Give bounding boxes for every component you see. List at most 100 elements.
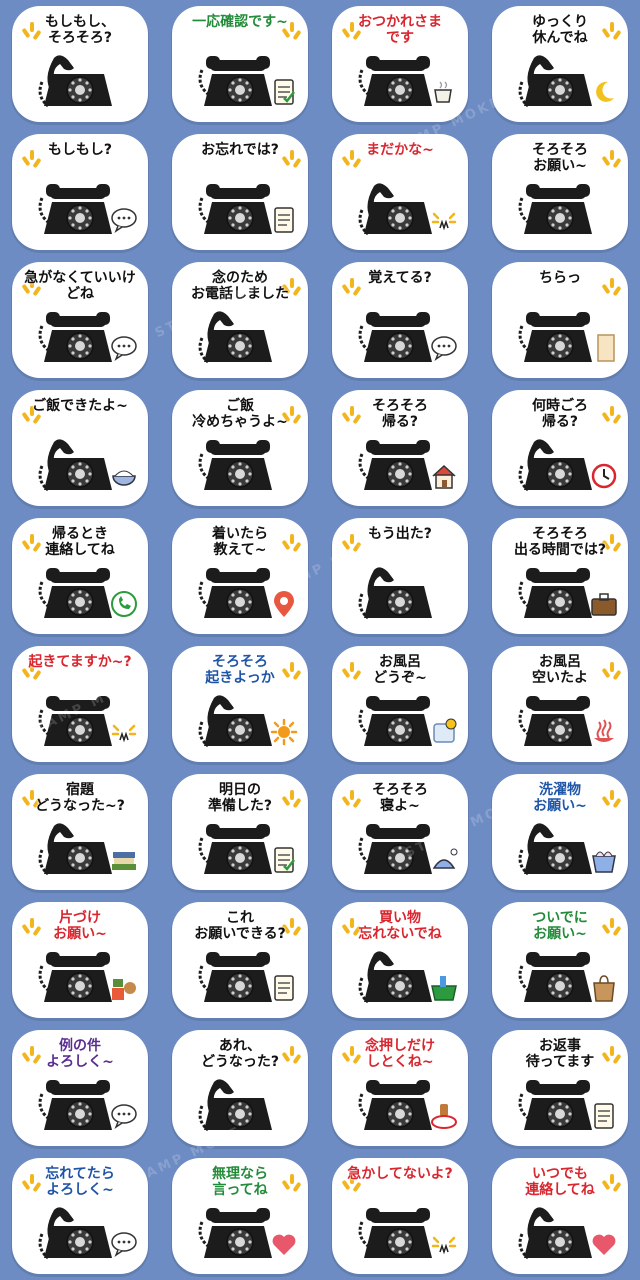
- rotary-phone-icon: [198, 1079, 272, 1132]
- sticker[interactable]: もう出た?: [320, 512, 480, 640]
- sticker[interactable]: ついでに お願い~: [480, 896, 640, 1024]
- sticker[interactable]: 念押しだけ しとくね~: [320, 1024, 480, 1152]
- sticker[interactable]: そろそろ 寝よ~: [320, 768, 480, 896]
- phone: [36, 692, 120, 750]
- rotary-phone-icon: [38, 696, 112, 746]
- sticker[interactable]: 忘れてたら よろしく~: [0, 1152, 160, 1280]
- sticker-prop: [430, 1102, 458, 1130]
- sticker[interactable]: 無理なら 言ってね: [160, 1152, 320, 1280]
- sticker[interactable]: あれ、 どうなった?: [160, 1024, 320, 1152]
- rotary-phone-icon: [38, 952, 112, 1002]
- sticker-prop: [110, 206, 138, 234]
- sticker[interactable]: 何時ごろ 帰る?: [480, 384, 640, 512]
- sticker[interactable]: お風呂 空いたよ: [480, 640, 640, 768]
- sticker[interactable]: もしもし、 そろそろ?: [0, 0, 160, 128]
- tea-cup-icon: [434, 81, 452, 103]
- sticker[interactable]: 急がなくていいけどね: [0, 256, 160, 384]
- sticker[interactable]: そろそろ 帰る?: [320, 384, 480, 512]
- sticker[interactable]: そろそろ お願い~: [480, 128, 640, 256]
- sticker[interactable]: そろそろ 出る時間では?: [480, 512, 640, 640]
- sticker-caption: 念押しだけ しとくね~: [365, 1038, 435, 1070]
- rotary-phone-icon: [518, 1080, 592, 1130]
- sticker[interactable]: これ お願いできる?: [160, 896, 320, 1024]
- rotary-phone-icon: [198, 952, 272, 1002]
- sticker[interactable]: お忘れでは?: [160, 128, 320, 256]
- sticker[interactable]: そろそろ 起きよっか: [160, 640, 320, 768]
- sticker[interactable]: 買い物 忘れないでね: [320, 896, 480, 1024]
- sticker-caption: いつでも 連絡してね: [525, 1166, 595, 1198]
- phone: [516, 180, 600, 238]
- rotary-phone-icon: [38, 184, 112, 234]
- sticker[interactable]: まだかな~: [320, 128, 480, 256]
- rotary-phone-icon: [518, 312, 592, 362]
- sticker[interactable]: ご飯 冷めちゃうよ~: [160, 384, 320, 512]
- sticker-caption: お忘れでは?: [201, 142, 279, 158]
- sticker[interactable]: 洗濯物 お願い~: [480, 768, 640, 896]
- sticker-prop: [110, 590, 138, 618]
- sticker[interactable]: 覚えてる?: [320, 256, 480, 384]
- rotary-phone-icon: [38, 439, 112, 492]
- sticker[interactable]: 念のため お電話しました: [160, 256, 320, 384]
- sticker-prop: [590, 846, 618, 874]
- sticker-caption: 急かしてないよ?: [347, 1166, 453, 1182]
- sticker[interactable]: 一応確認です~: [160, 0, 320, 128]
- sticker-caption: おつかれさま です: [358, 14, 442, 46]
- rotary-phone-icon: [38, 823, 112, 876]
- sticker[interactable]: ゆっくり 休んでね: [480, 0, 640, 128]
- sticker[interactable]: 着いたら 教えて~: [160, 512, 320, 640]
- hot-spring-icon: [594, 719, 614, 742]
- rotary-phone-icon: [518, 1207, 592, 1260]
- sleep-icon: [432, 848, 458, 869]
- speech-bubble-icon: [111, 1232, 137, 1257]
- phone: [356, 1076, 440, 1134]
- sticker-prop: [270, 718, 298, 746]
- sticker[interactable]: おつかれさま です: [320, 0, 480, 128]
- phone: [196, 564, 280, 622]
- phone: [356, 948, 440, 1006]
- phone: [356, 1204, 440, 1262]
- heart-icon: [272, 1234, 296, 1255]
- phone: [356, 308, 440, 366]
- sticker[interactable]: 片づけ お願い~: [0, 896, 160, 1024]
- rotary-phone-icon: [358, 1208, 432, 1258]
- sticker[interactable]: ちらっ: [480, 256, 640, 384]
- sticker[interactable]: 宿題 どうなった~?: [0, 768, 160, 896]
- sticker[interactable]: 起きてますか~?: [0, 640, 160, 768]
- sticker-caption: 宿題 どうなった~?: [35, 782, 125, 814]
- rice-bowl-icon: [112, 470, 136, 486]
- sticker[interactable]: お風呂 どうぞ~: [320, 640, 480, 768]
- sticker-caption: 買い物 忘れないでね: [358, 910, 442, 942]
- sticker[interactable]: もしもし?: [0, 128, 160, 256]
- sticker[interactable]: 明日の 準備した?: [160, 768, 320, 896]
- sticker[interactable]: お返事 待ってます: [480, 1024, 640, 1152]
- sticker-prop: [590, 718, 618, 746]
- rotary-phone-icon: [518, 439, 592, 492]
- sticker[interactable]: 急かしてないよ?: [320, 1152, 480, 1280]
- sticker[interactable]: 例の件 よろしく~: [0, 1024, 160, 1152]
- sticker-prop: [430, 462, 458, 490]
- rotary-phone-icon: [198, 440, 272, 490]
- phone: [36, 564, 120, 622]
- sticker-prop: [590, 974, 618, 1002]
- sticker-prop: [590, 78, 618, 106]
- sticker[interactable]: ご飯できたよ~: [0, 384, 160, 512]
- rotary-phone-icon: [358, 440, 432, 490]
- phone: [516, 52, 600, 110]
- phone-call-icon: [111, 591, 137, 617]
- sticker-prop: [270, 590, 298, 618]
- sticker[interactable]: いつでも 連絡してね: [480, 1152, 640, 1280]
- sticker-prop: [110, 1230, 138, 1258]
- phone: [36, 1076, 120, 1134]
- stamp-icon: [431, 1104, 457, 1129]
- speech-bubble-icon: [111, 208, 137, 233]
- phone: [356, 820, 440, 878]
- sticker-caption: 着いたら 教えて~: [212, 526, 268, 558]
- sticker[interactable]: 帰るとき 連絡してね: [0, 512, 160, 640]
- rotary-phone-icon: [198, 824, 272, 874]
- phone: [516, 692, 600, 750]
- sticker-prop: [430, 206, 458, 234]
- rotary-phone-icon: [38, 312, 112, 362]
- sticker-caption: 無理なら 言ってね: [212, 1166, 268, 1198]
- sticker-prop: [430, 718, 458, 746]
- rotary-phone-icon: [358, 951, 432, 1004]
